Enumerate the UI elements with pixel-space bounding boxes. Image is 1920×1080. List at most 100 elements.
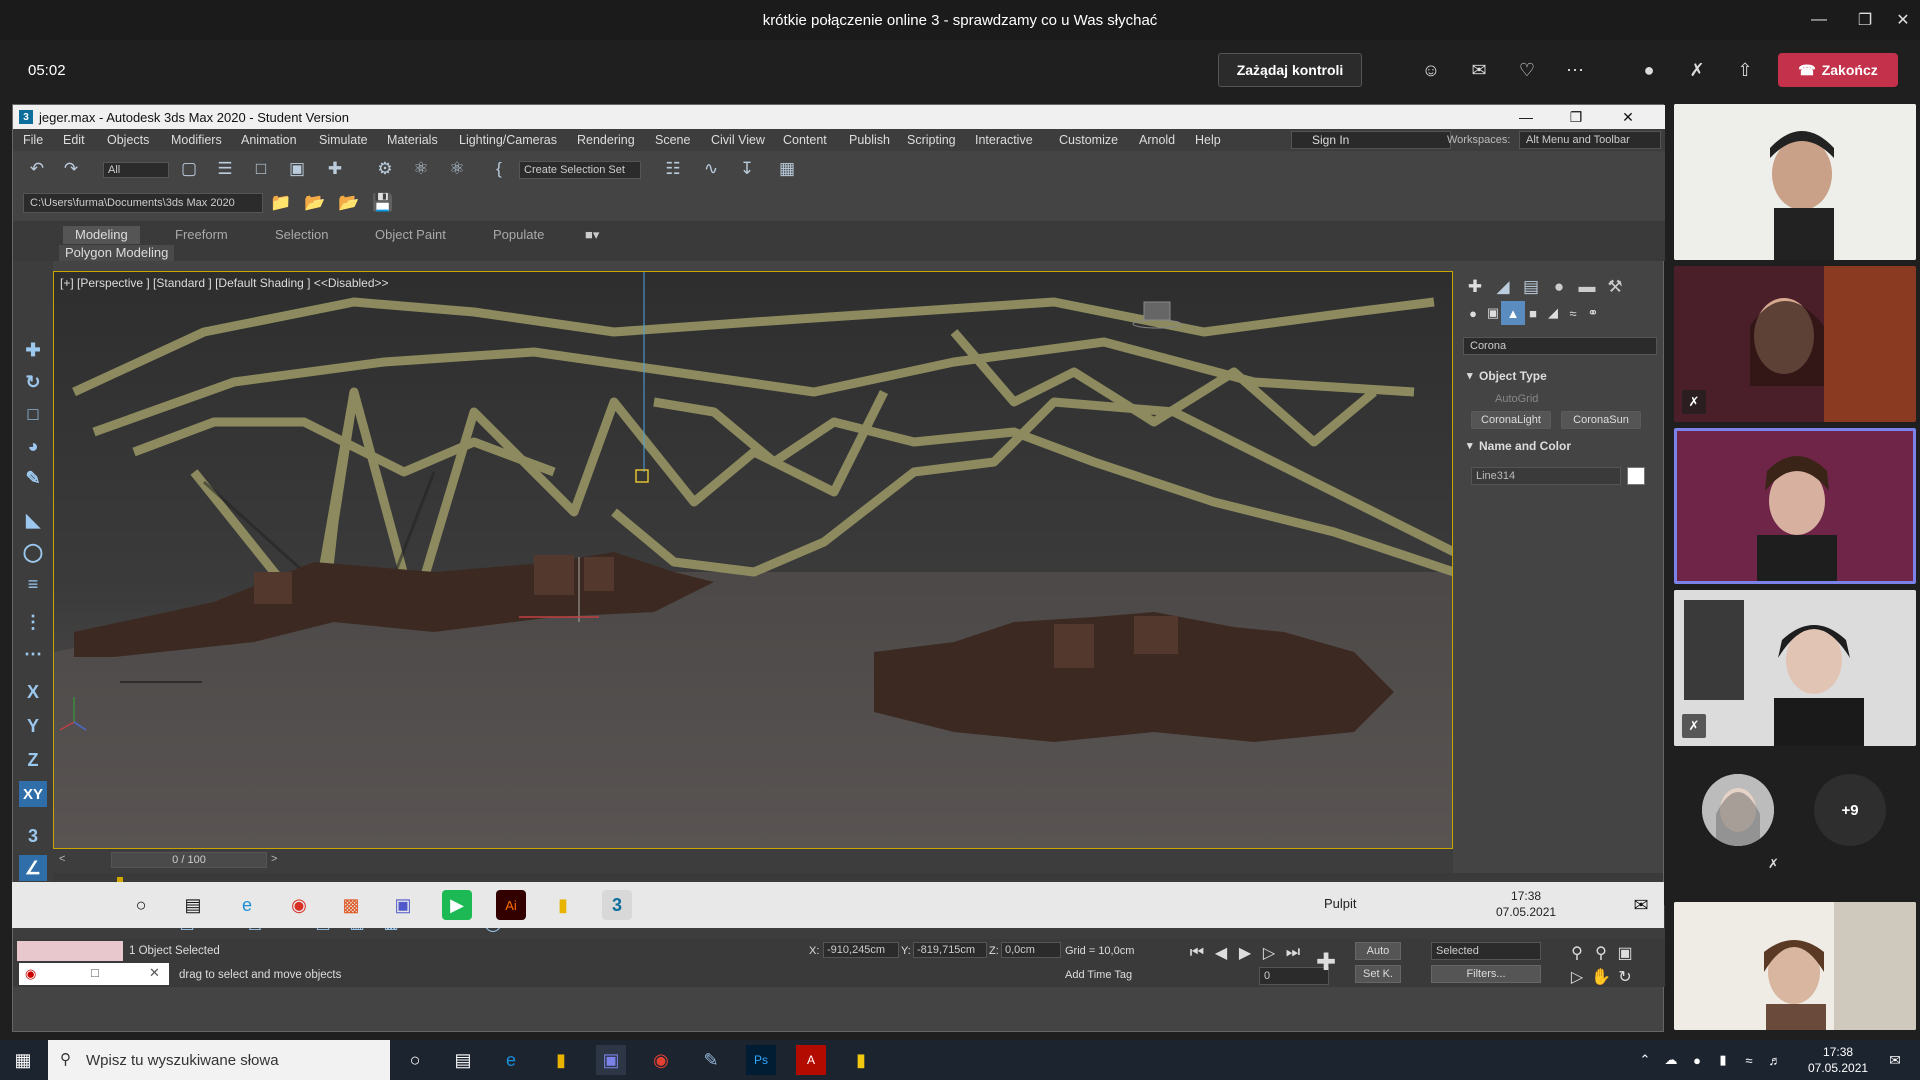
axis-y[interactable]: Y bbox=[19, 713, 47, 739]
photoshop-taskbar-icon[interactable]: Ps bbox=[746, 1045, 776, 1075]
participant-video-3-speaking[interactable] bbox=[1674, 428, 1916, 584]
go-end-icon[interactable]: ⏭ bbox=[1281, 941, 1305, 965]
display-tab-icon[interactable]: ▬ bbox=[1575, 275, 1599, 299]
menu-publish[interactable]: Publish bbox=[849, 133, 890, 147]
share-screen-icon[interactable]: ⇧ bbox=[1732, 57, 1758, 83]
light-type-dropdown[interactable]: Corona bbox=[1463, 337, 1657, 355]
mirror-icon[interactable]: ◣ bbox=[19, 507, 47, 533]
go-start-icon[interactable]: ⏮ bbox=[1185, 941, 1209, 965]
hierarchy-tab-icon[interactable]: ▤ bbox=[1519, 275, 1543, 299]
teams-taskbar-icon[interactable]: ▣ bbox=[596, 1045, 626, 1075]
participant-video-5[interactable] bbox=[1674, 902, 1916, 1030]
snaps-toggle-icon[interactable]: ⚙ bbox=[373, 157, 397, 181]
x-coordinate-field[interactable]: -910,245cm bbox=[823, 942, 899, 958]
modify-tab-icon[interactable]: ◢ bbox=[1491, 275, 1515, 299]
open-project-icon[interactable]: 📂 bbox=[337, 191, 361, 215]
participant-video-1[interactable] bbox=[1674, 104, 1916, 260]
next-key-icon[interactable]: ▷ bbox=[1257, 941, 1281, 965]
start-icon[interactable]: ▦ bbox=[8, 1045, 38, 1075]
paint-icon[interactable]: ✎ bbox=[19, 465, 47, 491]
play-icon[interactable]: ▶ bbox=[1233, 941, 1257, 965]
zoom-extents-icon[interactable]: ▣ bbox=[1613, 941, 1637, 965]
polygon-modeling-panel[interactable]: Polygon Modeling bbox=[59, 245, 175, 261]
workspace-dropdown[interactable]: Alt Menu and Toolbar bbox=[1519, 131, 1661, 149]
menu-customize[interactable]: Customize bbox=[1059, 133, 1118, 147]
lasso-icon[interactable]: ◯ bbox=[19, 539, 47, 565]
menu-civil-view[interactable]: Civil View bbox=[711, 133, 765, 147]
select-move-icon[interactable]: ✚ bbox=[19, 337, 47, 363]
more-options-icon[interactable]: ⋯ bbox=[1562, 57, 1588, 83]
maxscript-listener[interactable] bbox=[17, 941, 123, 961]
angle-snap-icon[interactable]: ⚛ bbox=[409, 157, 433, 181]
undo-icon[interactable]: ↶ bbox=[25, 157, 49, 181]
autogrid-checkbox[interactable]: AutoGrid bbox=[1495, 393, 1538, 405]
menu-lighting-cameras[interactable]: Lighting/Cameras bbox=[459, 133, 557, 147]
request-control-button[interactable]: Zażądaj kontroli bbox=[1218, 53, 1362, 87]
sticky-notes-taskbar-icon[interactable]: ▮ bbox=[846, 1045, 876, 1075]
menu-materials[interactable]: Materials bbox=[387, 133, 438, 147]
chat-icon[interactable]: ✉ bbox=[1466, 57, 1492, 83]
percent-snap-icon[interactable]: ⚛ bbox=[445, 157, 469, 181]
mic-muted-icon[interactable]: ✗ bbox=[1684, 57, 1710, 83]
move-icon[interactable]: ✚ bbox=[323, 157, 347, 181]
system-clock[interactable]: 17:38 07.05.2021 bbox=[1808, 1044, 1868, 1076]
menu-edit[interactable]: Edit bbox=[63, 133, 85, 147]
participant-avatar[interactable] bbox=[1702, 774, 1774, 846]
task-view-taskbar-icon[interactable]: ▤ bbox=[448, 1045, 478, 1075]
illustrator-icon[interactable]: Ai bbox=[496, 890, 526, 920]
task-view-icon[interactable]: ▤ bbox=[178, 890, 208, 920]
y-coordinate-field[interactable]: -819,715cm bbox=[913, 942, 987, 958]
zoom-all-icon[interactable]: ⚲ bbox=[1589, 941, 1613, 965]
time-slider-thumb[interactable]: 0 / 100 bbox=[111, 852, 267, 868]
pan-icon[interactable]: ✋ bbox=[1589, 965, 1613, 989]
menu-modifiers[interactable]: Modifiers bbox=[171, 133, 222, 147]
menu-interactive[interactable]: Interactive bbox=[975, 133, 1033, 147]
align-icon[interactable]: ≡ bbox=[19, 571, 47, 597]
menu-simulate[interactable]: Simulate bbox=[319, 133, 368, 147]
cortana-taskbar-icon[interactable]: ○ bbox=[400, 1045, 430, 1075]
reactions-icon[interactable]: ♡ bbox=[1514, 57, 1540, 83]
teams-icon[interactable]: ▣ bbox=[388, 890, 418, 920]
orbit-subobject-icon[interactable]: ↻ bbox=[1613, 965, 1637, 989]
action-center-icon[interactable]: ✉ bbox=[1880, 1045, 1910, 1075]
cortana-icon[interactable]: ○ bbox=[126, 890, 156, 920]
prev-frame-icon[interactable]: < bbox=[59, 853, 65, 865]
axis-xy[interactable]: XY bbox=[19, 781, 47, 807]
render-frame-icon[interactable]: ▦ bbox=[775, 157, 799, 181]
tab-freeform[interactable]: Freeform bbox=[163, 226, 240, 244]
popup-maximize-icon[interactable]: □ bbox=[91, 965, 99, 980]
menu-scripting[interactable]: Scripting bbox=[907, 133, 956, 147]
selection-filter-dropdown[interactable]: All bbox=[103, 162, 169, 178]
more-participants-badge[interactable]: +9 bbox=[1814, 774, 1886, 846]
snap-3d-icon[interactable]: 3 bbox=[19, 823, 47, 849]
axis-z[interactable]: Z bbox=[19, 747, 47, 773]
ribbon-options-icon[interactable]: ■▾ bbox=[573, 226, 611, 244]
camera-icon[interactable]: ● bbox=[1636, 57, 1662, 83]
select-object-icon[interactable]: ▢ bbox=[177, 157, 201, 181]
perspective-viewport[interactable]: [+] [Perspective ] [Standard ] [Default … bbox=[53, 271, 1453, 849]
auto-key-button[interactable]: Auto bbox=[1355, 942, 1401, 960]
zoom-icon[interactable]: ⚲ bbox=[1565, 941, 1589, 965]
object-type-rollout[interactable]: Object Type bbox=[1463, 367, 1657, 385]
spotify-icon[interactable]: ▶ bbox=[442, 890, 472, 920]
desktop-label[interactable]: Pulpit bbox=[1324, 896, 1357, 911]
save-project-icon[interactable]: 💾 bbox=[371, 191, 395, 215]
acrobat-taskbar-icon[interactable]: A bbox=[796, 1045, 826, 1075]
rotate-icon[interactable]: ↻ bbox=[19, 369, 47, 395]
tab-modeling[interactable]: Modeling bbox=[63, 226, 140, 244]
popup-close-icon[interactable]: ✕ bbox=[149, 965, 160, 981]
tab-selection[interactable]: Selection bbox=[263, 226, 340, 244]
menu-arnold[interactable]: Arnold bbox=[1139, 133, 1175, 147]
edge-icon[interactable]: e bbox=[232, 890, 262, 920]
explorer-taskbar-icon[interactable]: ▮ bbox=[546, 1045, 576, 1075]
set-key-button[interactable]: Set K. bbox=[1355, 965, 1401, 983]
end-call-button[interactable]: ☎ Zakończ bbox=[1778, 53, 1898, 87]
redo-icon[interactable]: ↷ bbox=[59, 157, 83, 181]
orbit-icon[interactable]: ▷ bbox=[1565, 965, 1589, 989]
menu-scene[interactable]: Scene bbox=[655, 133, 690, 147]
selection-region-icon[interactable]: ⋮ bbox=[19, 609, 47, 635]
menu-objects[interactable]: Objects bbox=[107, 133, 149, 147]
render-setup-icon[interactable]: ↧ bbox=[735, 157, 759, 181]
app-minimize-icon[interactable]: — bbox=[1501, 105, 1551, 129]
rect-region-icon[interactable]: □ bbox=[249, 157, 273, 181]
